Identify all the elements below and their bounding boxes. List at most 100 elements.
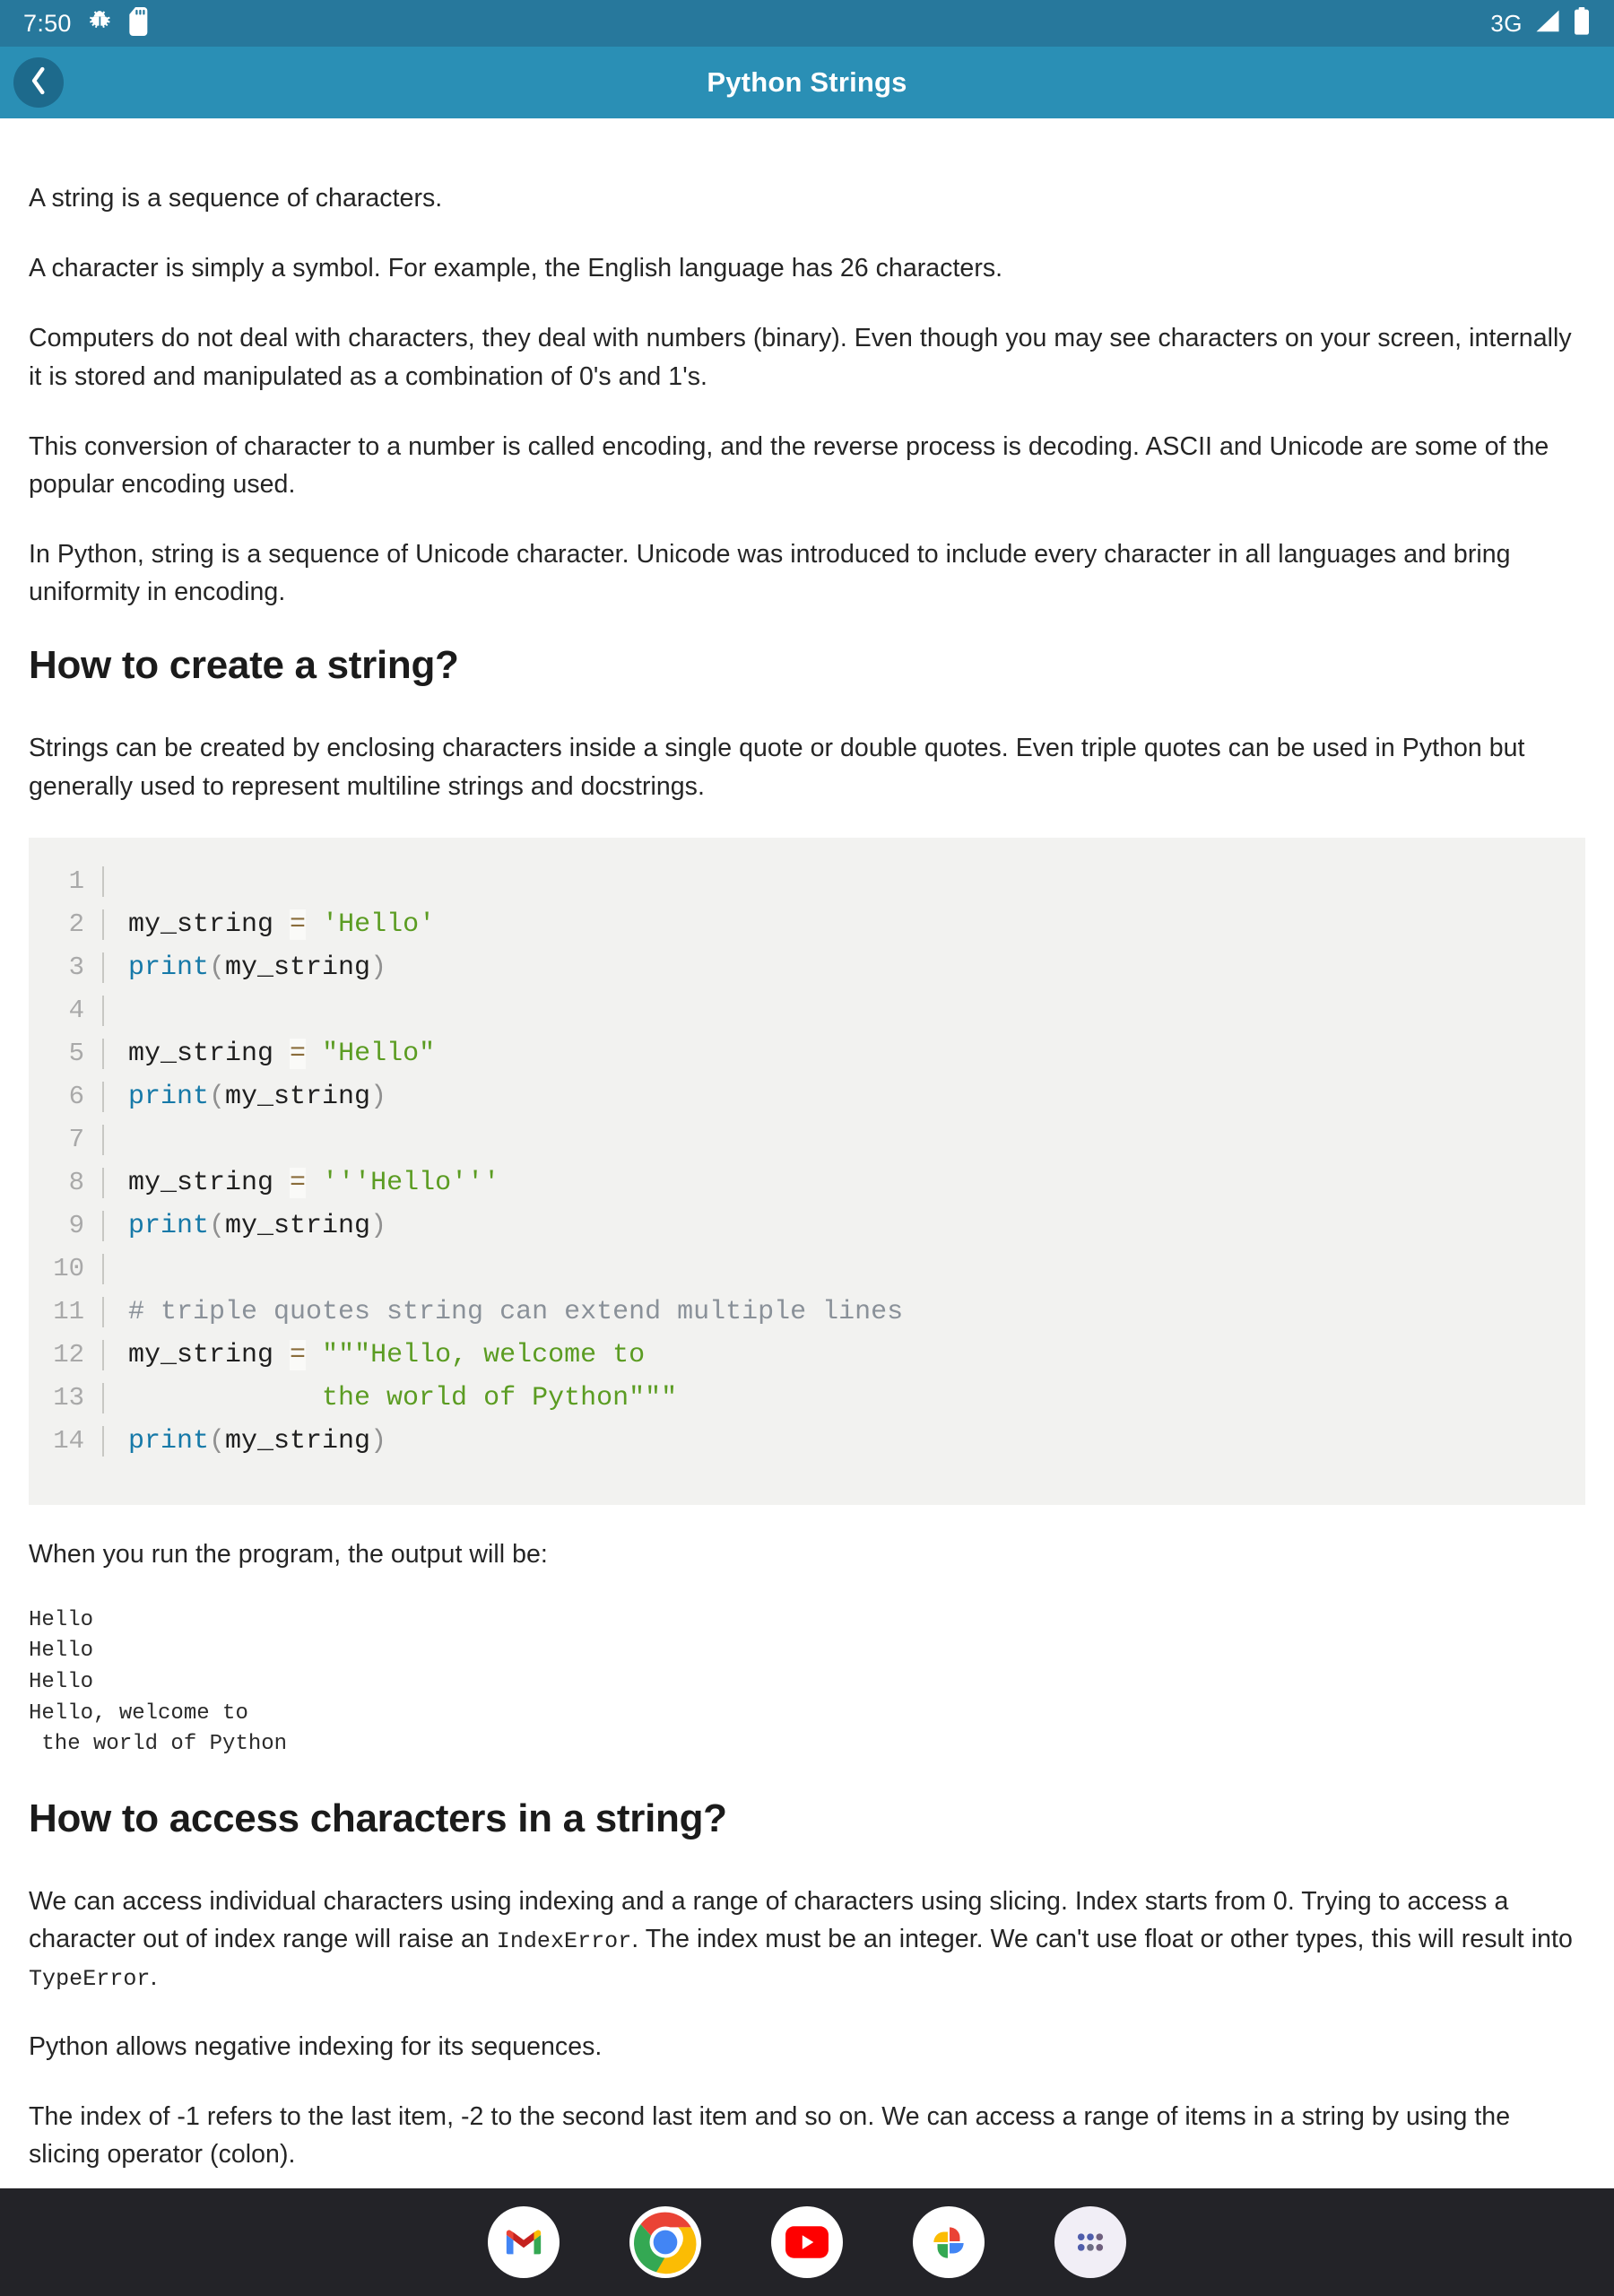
code-line: 5 my_string = "Hello" — [29, 1038, 1585, 1082]
battery-icon — [1573, 6, 1591, 40]
sd-card-icon — [127, 6, 151, 40]
article-scroll-container[interactable]: A string is a sequence of characters. A … — [0, 118, 1614, 2188]
code-line-number: 4 — [68, 995, 84, 1025]
code-token: = — [290, 1339, 307, 1370]
youtube-icon[interactable] — [771, 2206, 843, 2278]
code-token: 'Hello' — [322, 909, 436, 940]
paragraph-access-part-b: . The index must be an integer. We can't… — [631, 1924, 1573, 1953]
code-token: = — [290, 1038, 307, 1069]
code-token: ) — [370, 1210, 387, 1241]
code-line-number: 12 — [53, 1339, 84, 1370]
code-token: ) — [370, 1425, 387, 1457]
code-token: ( — [209, 952, 226, 983]
code-line-text: the world of Python""" — [102, 1382, 1585, 1413]
status-bar-right: 3G — [1490, 6, 1591, 40]
code-line-text: my_string = '''Hello''' — [102, 1167, 1585, 1198]
google-photos-icon[interactable] — [913, 2206, 985, 2278]
inline-code-typeerror: TypeError — [29, 1965, 151, 1992]
code-line: 9 print(my_string) — [29, 1210, 1585, 1254]
code-line-text: # triple quotes string can extend multip… — [102, 1296, 1585, 1327]
app-drawer-icon[interactable] — [1054, 2206, 1126, 2278]
code-line: 3 print(my_string) — [29, 952, 1585, 996]
code-line: 6 print(my_string) — [29, 1081, 1585, 1125]
code-token: print — [128, 1210, 210, 1241]
code-token: # triple quotes string can extend multip… — [128, 1296, 904, 1327]
paragraph-intro-3: Computers do not deal with characters, t… — [29, 324, 1572, 391]
heading-how-to-create-a-string: How to create a string? — [29, 643, 459, 688]
code-line-number: 14 — [53, 1425, 84, 1456]
paragraph-intro-1: A string is a sequence of characters. — [29, 184, 443, 213]
code-line-text: print(my_string) — [102, 952, 1585, 983]
code-token: my_string — [225, 952, 371, 983]
code-token: print — [128, 1081, 210, 1112]
paragraph-intro-4: This conversion of character to a number… — [29, 431, 1549, 499]
code-line-number: 7 — [68, 1124, 84, 1154]
heading-how-to-access-characters: How to access characters in a string? — [29, 1796, 727, 1840]
code-token: print — [128, 952, 210, 983]
gmail-icon[interactable] — [488, 2206, 560, 2278]
chrome-icon[interactable] — [629, 2206, 701, 2278]
chevron-left-icon — [28, 66, 49, 100]
network-type-label: 3G — [1490, 9, 1523, 37]
code-token: my_string — [225, 1425, 371, 1457]
code-token: = — [290, 909, 307, 940]
paragraph-create-string: Strings can be created by enclosing char… — [29, 734, 1525, 801]
code-line-text: my_string = """Hello, welcome to — [102, 1339, 1585, 1370]
code-line-number: 9 — [68, 1210, 84, 1240]
code-line-number: 1 — [68, 865, 84, 896]
paragraph-intro-5: In Python, string is a sequence of Unico… — [29, 540, 1511, 607]
code-line: 2 my_string = 'Hello' — [29, 909, 1585, 952]
code-line: 14 print(my_string) — [29, 1425, 1585, 1469]
code-line-number: 6 — [68, 1081, 84, 1111]
code-token: ) — [370, 1081, 387, 1112]
code-token: ) — [370, 952, 387, 983]
code-line-number: 13 — [53, 1382, 84, 1413]
paragraph-negative-indexing: Python allows negative indexing for its … — [29, 2032, 603, 2062]
code-line-text — [102, 1253, 1585, 1284]
paragraph-intro-2: A character is simply a symbol. For exam… — [29, 254, 1003, 283]
code-line-text — [102, 865, 1585, 897]
code-line-number: 11 — [53, 1296, 84, 1326]
code-line-number: 8 — [68, 1167, 84, 1197]
paragraph-output-intro: When you run the program, the output wil… — [29, 1539, 548, 1569]
status-bar: 7:50 3G — [0, 0, 1614, 47]
back-button[interactable] — [13, 57, 64, 108]
code-token: ( — [209, 1425, 226, 1457]
paragraph-access-characters: We can access individual characters usin… — [29, 1883, 1585, 1996]
code-token: ( — [209, 1210, 226, 1241]
status-bar-left: 7:50 — [23, 6, 151, 40]
program-output: Hello Hello Hello Hello, welcome to the … — [29, 1607, 288, 1757]
code-line-text: print(my_string) — [102, 1210, 1585, 1241]
code-token: print — [128, 1425, 210, 1457]
signal-bars-icon — [1534, 9, 1561, 39]
code-line-text: my_string = "Hello" — [102, 1038, 1585, 1069]
code-line-text — [102, 995, 1585, 1026]
android-dock — [0, 2188, 1614, 2296]
code-line-text: print(my_string) — [102, 1425, 1585, 1457]
android-bug-icon — [86, 8, 113, 39]
code-line: 7 — [29, 1124, 1585, 1168]
code-token: my_string — [225, 1210, 371, 1241]
code-token: my_string — [128, 1339, 291, 1370]
paragraph-index-minus-one: The index of -1 refers to the last item,… — [29, 2102, 1511, 2170]
code-token: """Hello, welcome to — [322, 1339, 646, 1370]
code-token: = — [290, 1167, 307, 1198]
code-block[interactable]: 1 2 my_string = 'Hello' 3 print(my_string) 4… — [29, 837, 1585, 1505]
code-line: 13 the world of Python""" — [29, 1382, 1585, 1426]
code-token: my_string — [225, 1081, 371, 1112]
code-line: 1 — [29, 865, 1585, 909]
code-line-number: 2 — [68, 909, 84, 939]
code-token: ( — [209, 1081, 226, 1112]
code-line-text — [102, 1124, 1585, 1155]
code-line-number: 5 — [68, 1038, 84, 1068]
code-token: '''Hello''' — [322, 1167, 500, 1198]
code-line: 10 — [29, 1253, 1585, 1297]
app-bar: Python Strings — [0, 47, 1614, 118]
code-line-text: my_string = 'Hello' — [102, 909, 1585, 940]
code-token: my_string — [128, 909, 291, 940]
code-line-number: 10 — [53, 1253, 84, 1283]
code-token: my_string — [128, 1167, 291, 1198]
